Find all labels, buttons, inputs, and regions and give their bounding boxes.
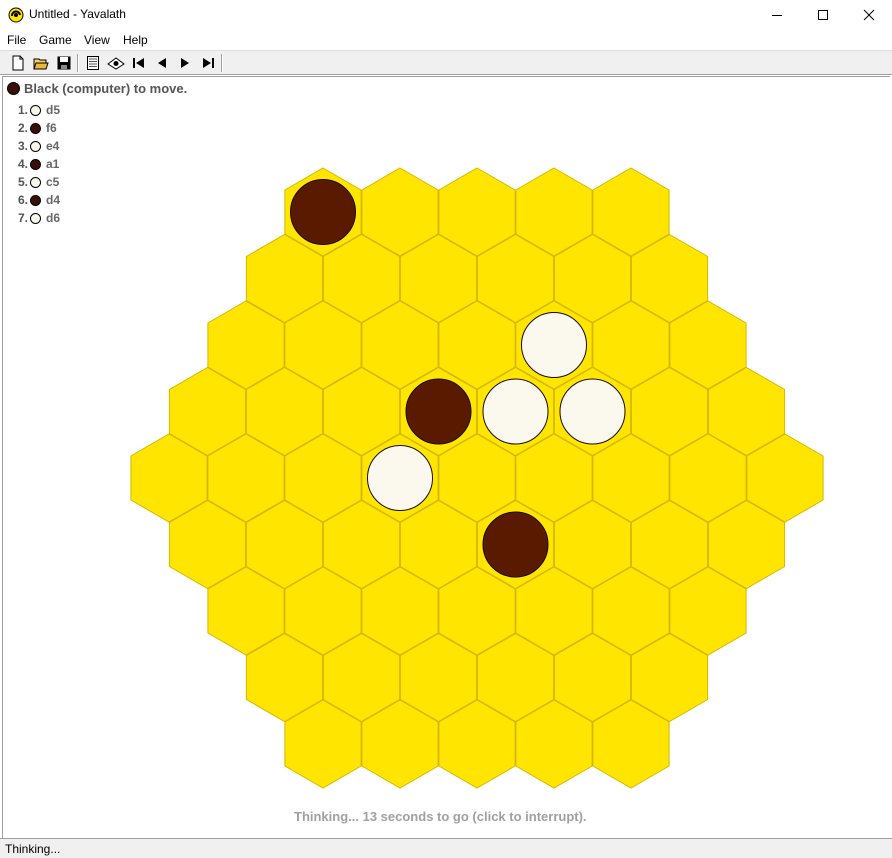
hex-board[interactable] (0, 0, 892, 858)
black-piece (405, 378, 472, 445)
black-piece (290, 179, 356, 245)
white-piece (521, 312, 587, 378)
white-piece (367, 445, 433, 511)
white-piece (482, 378, 549, 445)
status-bar-text: Thinking... (5, 842, 61, 856)
thinking-message[interactable]: Thinking... 13 seconds to go (click to i… (294, 809, 587, 824)
status-bar: Thinking... (0, 838, 892, 858)
white-piece (559, 378, 626, 445)
black-piece (482, 511, 549, 578)
